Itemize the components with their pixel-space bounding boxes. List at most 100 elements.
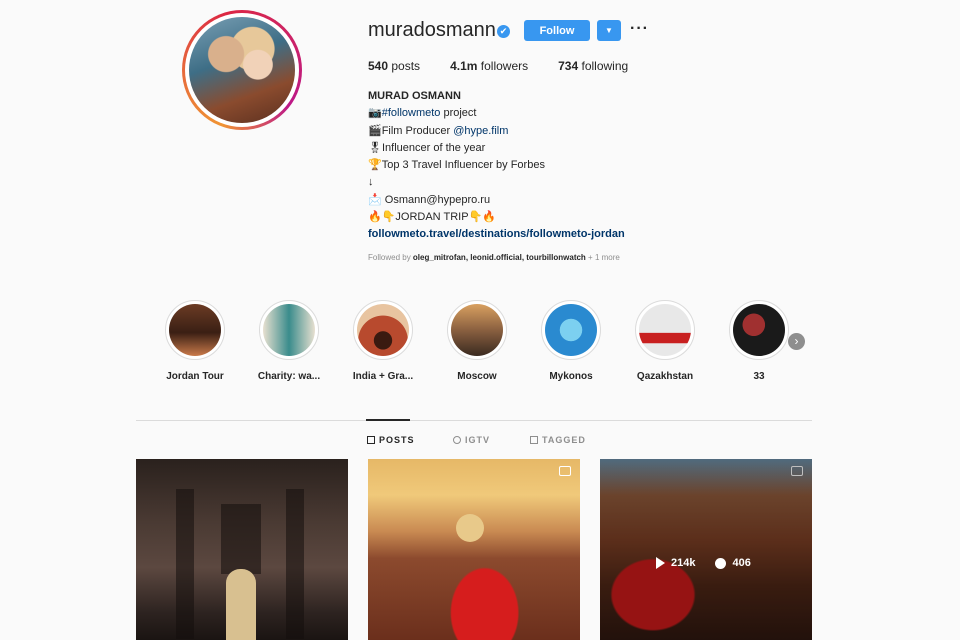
clapper-emoji-icon: 🎬 xyxy=(368,124,382,137)
inbox-emoji-icon: 📩 xyxy=(368,193,382,206)
bio-line-arrow: ↓ xyxy=(368,176,374,189)
post-image-detail xyxy=(221,504,261,574)
comments-count: 406 xyxy=(732,557,751,569)
highlight-label: 33 xyxy=(753,371,765,382)
avatar-image xyxy=(189,17,295,123)
post-hover-overlay xyxy=(600,459,812,640)
highlight-item[interactable]: 33 xyxy=(719,300,799,382)
following-count-value: 734 xyxy=(558,59,579,73)
highlight-cover xyxy=(259,300,319,360)
play-icon xyxy=(656,557,665,569)
bio-line-forbes-text: Top 3 Travel Influencer by Forbes xyxy=(381,159,545,172)
followed-by-users: oleg_mitrofan, leonid.official, tourbill… xyxy=(412,253,586,262)
highlight-cover xyxy=(165,300,225,360)
tag-icon xyxy=(530,436,538,444)
post-image-detail xyxy=(176,489,194,639)
camera-emoji-icon: 📷 xyxy=(368,107,382,120)
highlight-cover xyxy=(353,300,413,360)
comments-stat: 406 xyxy=(715,557,751,569)
followed-by-suffix: + 1 more xyxy=(585,253,620,262)
highlight-item[interactable]: Moscow xyxy=(437,300,517,382)
comment-icon xyxy=(715,557,727,569)
highlight-image xyxy=(733,304,785,356)
bio-line-forbes: 🏆Top 3 Travel Influencer by Forbes xyxy=(368,157,788,174)
highlight-image xyxy=(169,304,221,356)
following-count-label: following xyxy=(581,59,629,73)
highlight-image xyxy=(545,304,597,356)
tabs-divider xyxy=(136,420,812,421)
highlight-item[interactable]: Mykonos xyxy=(531,300,611,382)
highlight-label: Moscow xyxy=(457,371,497,382)
followed-by[interactable]: Followed by oleg_mitrofan, leonid.offici… xyxy=(368,253,620,262)
bio-line-producer: 🎬Film Producer @hype.film xyxy=(368,123,788,140)
highlight-cover xyxy=(447,300,507,360)
active-tab-indicator xyxy=(366,419,410,421)
profile-stats: 540 posts 4.1m followers 734 following xyxy=(368,59,658,73)
post-thumbnail[interactable] xyxy=(368,459,580,640)
highlight-cover xyxy=(729,300,789,360)
followers-count-value: 4.1m xyxy=(450,59,478,73)
trophy-emoji-icon: 🏆 xyxy=(368,159,382,172)
highlight-item[interactable]: India + Gra... xyxy=(343,300,423,382)
highlight-item[interactable]: Charity: wa... xyxy=(249,300,329,382)
highlight-label: Mykonos xyxy=(549,371,593,382)
profile-website-link[interactable]: followmeto.travel/destinations/followmet… xyxy=(368,226,788,243)
post-image-detail xyxy=(456,514,484,542)
bio-line-project-text: project xyxy=(440,107,477,120)
bio-line-jordan-trip: 🔥👇JORDAN TRIP👇🔥 xyxy=(368,211,496,224)
following-count[interactable]: 734 following xyxy=(558,59,628,73)
bio-line-influencer-text: Influencer of the year xyxy=(381,141,486,154)
post-thumbnail[interactable] xyxy=(136,459,348,640)
tab-posts[interactable]: POSTS xyxy=(367,435,415,445)
highlight-label: Qazakhstan xyxy=(636,371,694,382)
post-hover-stats: 214k 406 xyxy=(656,557,751,569)
views-count: 214k xyxy=(671,557,696,569)
posts-count-label: posts xyxy=(391,59,421,73)
suggested-dropdown-button[interactable]: ▼ xyxy=(597,20,621,41)
more-options-icon[interactable]: ··· xyxy=(630,20,649,38)
tab-igtv-label: IGTV xyxy=(465,435,491,445)
highlight-image xyxy=(639,304,691,356)
highlight-item[interactable]: Jordan Tour xyxy=(155,300,235,382)
bio-line-influencer: 🎖Influencer of the year xyxy=(368,140,788,157)
grid-icon xyxy=(367,436,375,444)
highlight-label: Charity: wa... xyxy=(257,371,321,382)
highlight-cover xyxy=(541,300,601,360)
highlight-label: Jordan Tour xyxy=(166,371,224,382)
highlight-item[interactable]: Qazakhstan xyxy=(625,300,705,382)
tab-igtv[interactable]: IGTV xyxy=(453,435,490,445)
mention-link[interactable]: @hype.film xyxy=(453,125,508,137)
highlights-next-icon[interactable]: › xyxy=(788,333,805,350)
post-thumbnail[interactable]: 214k 406 xyxy=(600,459,812,640)
profile-full-name: MURAD OSMANN xyxy=(368,90,461,102)
tab-tagged-label: TAGGED xyxy=(542,435,586,445)
igtv-icon xyxy=(453,436,461,444)
bio-line-producer-text: Film Producer xyxy=(381,124,454,137)
medal-emoji-icon: 🎖 xyxy=(368,141,382,154)
followers-count-label: followers xyxy=(480,59,529,73)
bio-line-email: 📩 Osmann@hypepro.ru xyxy=(368,192,788,209)
highlight-image xyxy=(357,304,409,356)
followers-count[interactable]: 4.1m followers xyxy=(450,59,528,73)
bio-line-project: 📷#followmeto project xyxy=(368,105,788,122)
followed-by-prefix: Followed by xyxy=(368,253,413,262)
highlight-image xyxy=(263,304,315,356)
verified-badge-icon: ✔ xyxy=(497,25,510,38)
hashtag-link[interactable]: #followmeto xyxy=(382,107,441,119)
highlight-image xyxy=(451,304,503,356)
views-stat: 214k xyxy=(656,557,695,569)
video-icon xyxy=(559,466,571,476)
profile-bio: MURAD OSMANN 📷#followmeto project 🎬Film … xyxy=(368,88,788,244)
bio-line-email-text: Osmann@hypepro.ru xyxy=(381,193,491,206)
highlight-cover xyxy=(635,300,695,360)
avatar-frame xyxy=(185,13,299,127)
tab-posts-label: POSTS xyxy=(379,435,415,445)
follow-button[interactable]: Follow xyxy=(524,20,590,41)
post-image-detail xyxy=(286,489,304,639)
post-image-detail xyxy=(226,569,256,640)
profile-avatar[interactable] xyxy=(182,10,302,130)
tab-tagged[interactable]: TAGGED xyxy=(530,435,586,445)
posts-count-value: 540 xyxy=(368,59,389,73)
profile-username: muradosmann xyxy=(368,19,496,41)
highlight-label: India + Gra... xyxy=(352,371,414,382)
